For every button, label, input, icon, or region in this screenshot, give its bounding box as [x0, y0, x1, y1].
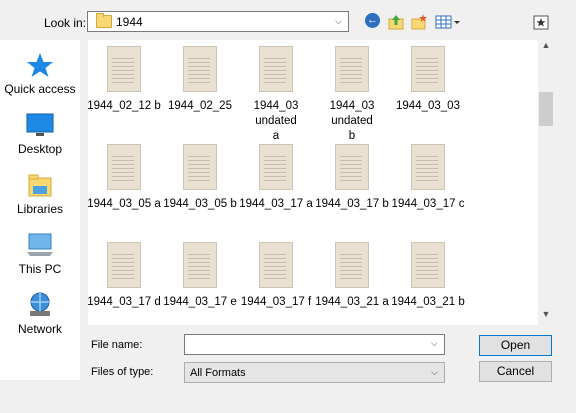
document-thumbnail: [411, 144, 445, 190]
scroll-up-icon[interactable]: ▲: [538, 40, 554, 54]
folder-icon: [96, 13, 112, 28]
document-thumbnail: [411, 46, 445, 92]
new-folder-icon: [411, 14, 427, 30]
place-desktop[interactable]: Desktop: [0, 112, 80, 156]
file-label: 1944_02_12 b: [88, 100, 161, 112]
document-thumbnail: [183, 242, 217, 288]
file-label: 1944_03_17 a: [239, 198, 313, 210]
file-item[interactable]: 1944_03_17 e: [162, 242, 238, 310]
file-label: 1944_03_17 d: [88, 296, 161, 308]
document-thumbnail: [183, 144, 217, 190]
file-label: 1944_03_17 b: [315, 198, 389, 210]
place-network[interactable]: Network: [0, 292, 80, 336]
view-grid-icon: [435, 15, 460, 29]
look-in-dropdown[interactable]: 1944 ⌵: [87, 11, 349, 32]
place-this-pc[interactable]: This PC: [0, 232, 80, 276]
chevron-down-icon: ⌵: [431, 367, 438, 377]
file-label: 1944_03_17 c: [391, 198, 465, 210]
file-item[interactable]: 1944_02_12 b: [88, 46, 162, 114]
file-list[interactable]: 1944_02_12 b 1944_02_25 1944_03 undated …: [88, 40, 554, 325]
file-item[interactable]: 1944_03_17 d: [88, 242, 162, 310]
place-label: Network: [17, 322, 62, 336]
chevron-down-icon[interactable]: ⌵: [431, 338, 438, 349]
file-label: 1944_03_21 a: [315, 296, 389, 308]
up-folder-icon: [388, 15, 404, 30]
file-label: 1944_03_17 e: [163, 296, 237, 308]
open-button[interactable]: Open: [479, 335, 552, 356]
file-item[interactable]: 1944_03 undated b: [314, 46, 390, 144]
document-thumbnail: [411, 242, 445, 288]
file-label: 1944_03_21 b: [391, 296, 465, 308]
document-thumbnail: [107, 46, 141, 92]
document-thumbnail: [259, 242, 293, 288]
cancel-button[interactable]: Cancel: [479, 361, 552, 382]
place-libraries[interactable]: Libraries: [0, 172, 80, 216]
chevron-down-icon: ⌵: [335, 16, 342, 26]
file-name-label: File name:: [91, 339, 143, 351]
star-icon: [26, 52, 54, 78]
place-quick-access[interactable]: Quick access: [0, 52, 80, 96]
place-label: This PC: [18, 262, 62, 276]
file-item[interactable]: 1944_03 undated a: [238, 46, 314, 144]
back-button[interactable]: ←: [365, 13, 383, 31]
libraries-icon: [26, 172, 54, 198]
document-thumbnail: [107, 144, 141, 190]
file-name-input[interactable]: [184, 334, 445, 355]
file-label: 1944_03_05 b: [163, 198, 237, 210]
desktop-icon: [26, 112, 54, 138]
file-label: 1944_02_25: [168, 100, 232, 112]
document-thumbnail: [107, 242, 141, 288]
file-label: 1944_03_05 a: [88, 198, 161, 210]
document-thumbnail: [335, 46, 369, 92]
file-item[interactable]: 1944_03_17 c: [390, 144, 466, 212]
file-label: 1944_03 undated a: [253, 100, 299, 142]
view-menu-button[interactable]: [435, 13, 461, 31]
star-folder-icon: [533, 15, 549, 30]
document-thumbnail: [183, 46, 217, 92]
place-label: Libraries: [16, 202, 64, 216]
back-arrow-icon: ←: [365, 13, 380, 28]
scrollbar-thumb[interactable]: [539, 92, 553, 126]
file-label: 1944_03_17 f: [240, 296, 312, 308]
file-item[interactable]: 1944_03_21 a: [314, 242, 390, 310]
file-item[interactable]: 1944_03_17 b: [314, 144, 390, 212]
document-thumbnail: [335, 242, 369, 288]
scroll-down-icon[interactable]: ▼: [538, 309, 554, 323]
document-thumbnail: [259, 144, 293, 190]
places-bar: Quick access Desktop Libraries This PC N…: [0, 40, 80, 380]
network-icon: [26, 292, 54, 318]
file-item[interactable]: 1944_03_17 f: [238, 242, 314, 310]
look-in-label: Look in:: [44, 16, 87, 30]
new-folder-button[interactable]: [410, 13, 428, 31]
file-label: 1944_03_03: [396, 100, 460, 112]
document-thumbnail: [335, 144, 369, 190]
file-item[interactable]: 1944_02_25: [162, 46, 238, 114]
file-type-select[interactable]: All Formats ⌵: [184, 362, 445, 383]
file-item[interactable]: 1944_03_05 a: [88, 144, 162, 212]
extra-options-button[interactable]: [532, 13, 550, 31]
file-item[interactable]: 1944_03_03: [390, 46, 466, 114]
file-item[interactable]: 1944_03_17 a: [238, 144, 314, 212]
up-folder-button[interactable]: [387, 13, 405, 31]
vertical-scrollbar[interactable]: [538, 40, 554, 325]
computer-icon: [26, 232, 54, 258]
file-label: 1944_03 undated b: [329, 100, 375, 142]
file-item[interactable]: 1944_03_05 b: [162, 144, 238, 212]
file-type-value: All Formats: [190, 367, 246, 379]
file-item[interactable]: 1944_03_21 b: [390, 242, 466, 310]
place-label: Quick access: [4, 82, 76, 96]
document-thumbnail: [259, 46, 293, 92]
place-label: Desktop: [17, 142, 63, 156]
file-type-label: Files of type:: [91, 366, 154, 378]
look-in-value: 1944: [116, 15, 143, 29]
